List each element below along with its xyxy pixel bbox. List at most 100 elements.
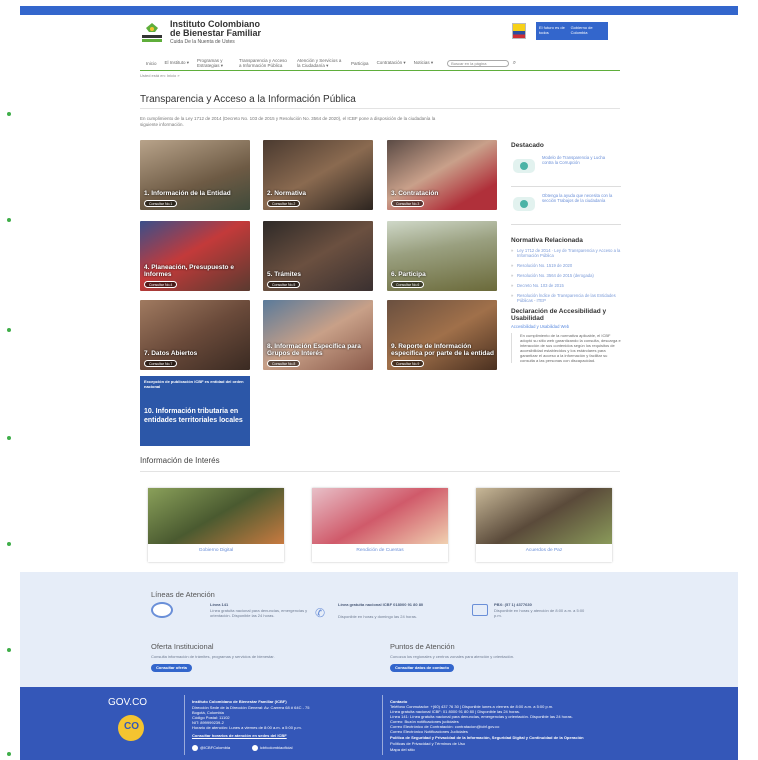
decl-subheading[interactable]: Accesibilidad y Usabilidad Web xyxy=(511,324,621,329)
card-title: 10. Información tributaria en entidades … xyxy=(144,408,243,424)
consultar-datos-button[interactable]: Consultar datos de contacto xyxy=(390,664,455,672)
page-title: Transparencia y Acceso a la Información … xyxy=(140,94,356,105)
facebook-icon[interactable] xyxy=(252,745,258,751)
card-tramites[interactable]: 5. Trámites Consultar No.5 xyxy=(263,221,373,291)
interes-label[interactable]: Acuerdos de Paz xyxy=(476,548,612,553)
nav-item[interactable]: El Instituto ▾ xyxy=(165,60,190,66)
inst-line: Horario de atención: Lunes a viernes de … xyxy=(192,725,302,730)
normativa-link[interactable]: Ley 1712 de 2014 · Ley de Transparencia … xyxy=(511,248,621,258)
icbf-logo[interactable] xyxy=(140,22,164,44)
promo-text[interactable]: Obtenga la ayuda que necesita con la sec… xyxy=(542,193,617,203)
search-input[interactable]: Buscar en la página ⌕ xyxy=(447,59,516,67)
contacto-link[interactable]: Mapa del sitio xyxy=(390,747,690,752)
card-button[interactable]: Consultar No.4 xyxy=(144,281,178,288)
social-twitter[interactable]: @ICBFColombia xyxy=(200,745,230,750)
interes-label[interactable]: Gobierno Digital xyxy=(148,548,284,553)
normativa-link[interactable]: Decreto No. 103 de 2015 xyxy=(511,283,621,288)
side-dot xyxy=(7,328,11,332)
card-reporte[interactable]: 9. Reporte de Información específica por… xyxy=(387,300,497,370)
card-normativa[interactable]: 2. Normativa Consultar No.2 xyxy=(263,140,373,210)
chat-icon xyxy=(513,197,535,211)
puntos-heading: Puntos de Atención xyxy=(390,642,455,651)
card-title: 9. Reporte de Información específica por… xyxy=(391,343,494,357)
gov-banner[interactable]: El futuro es de todos Gobierno de Colomb… xyxy=(536,22,608,40)
nav-item[interactable]: Inicio xyxy=(146,61,157,66)
nav-item[interactable]: Transparencia y Acceso a Información Púb… xyxy=(239,58,289,68)
card-info-entidad[interactable]: 1. Información de la Entidad Consultar N… xyxy=(140,140,250,210)
normativa-list: Ley 1712 de 2014 · Ley de Transparencia … xyxy=(511,248,621,303)
pbx-text: Disponible en horas y atención de 8:00 a… xyxy=(494,608,585,618)
card-button[interactable]: Consultar No.8 xyxy=(267,360,301,367)
card-participa[interactable]: 6. Participa Consultar No.6 xyxy=(387,221,497,291)
sidebar: Destacado Modelo de Transparencia y Luch… xyxy=(511,142,621,363)
nav-item[interactable]: Participa xyxy=(351,61,369,66)
card-datos-abiertos[interactable]: 7. Datos Abiertos Consultar No.7 xyxy=(140,300,250,370)
l141-text: Línea gratuita nacional para denuncias, … xyxy=(210,608,308,618)
top-accent-bar xyxy=(20,6,738,15)
card-subtitle: Excepción de publicación ICBF es entidad… xyxy=(144,379,244,389)
oferta-heading: Oferta Institucional xyxy=(151,642,214,651)
co-logo-text: CO xyxy=(124,721,139,732)
side-dot xyxy=(7,648,11,652)
nav-item[interactable]: Atención y Servicios a la Ciudadanía ▾ xyxy=(297,58,343,68)
inst-link[interactable]: Consultar horarios de atención en sedes … xyxy=(192,733,287,738)
card-grupos-interes[interactable]: 8. Información Específica para Grupos de… xyxy=(263,300,373,370)
promo-transparencia[interactable]: Modelo de Transparencia y Lucha contra l… xyxy=(511,149,621,187)
contacto-line[interactable]: Correo Electrónico Notificaciones Judici… xyxy=(390,729,690,734)
card-title: 2. Normativa xyxy=(267,190,307,197)
normativa-link[interactable]: Resolución No. 1519 de 2020 xyxy=(511,263,621,268)
lnac-title: Línea gratuita nacional ICBF 018000 91 8… xyxy=(338,602,424,607)
side-dot xyxy=(7,542,11,546)
normativa-link[interactable]: Resolución Índice de Transparencia de la… xyxy=(511,293,621,303)
contacto-link[interactable]: Política de Seguridad y Privacidad de la… xyxy=(390,735,690,740)
card-info-tributaria[interactable]: Excepción de publicación ICBF es entidad… xyxy=(140,376,250,446)
consultar-oferta-button[interactable]: Consultar oferta xyxy=(151,664,192,672)
puntos-text: Conozca los regionales y centros zonales… xyxy=(390,654,515,659)
interes-card-rendicion[interactable]: Rendición de Cuentas xyxy=(312,488,448,562)
card-contratacion[interactable]: 3. Contratación Consultar No.3 xyxy=(387,140,497,210)
nav-item[interactable]: Contratación ▾ xyxy=(377,60,406,66)
footer-divider xyxy=(184,695,185,755)
interes-card-acuerdos-paz[interactable]: Acuerdos de Paz xyxy=(476,488,612,562)
decl-body: En cumplimiento de la normativa aplicabl… xyxy=(511,333,621,363)
govco-logo[interactable]: GOV.CO xyxy=(108,697,147,708)
card-button[interactable]: Consultar No.5 xyxy=(267,281,301,288)
nav-item[interactable]: Noticias ▾ xyxy=(414,60,434,66)
interes-image xyxy=(312,488,448,544)
eye-icon xyxy=(513,159,535,173)
search-placeholder: Buscar en la página xyxy=(451,60,487,66)
breadcrumb[interactable]: Usted está en: Inicio » xyxy=(140,73,180,78)
card-button[interactable]: Consultar No.6 xyxy=(391,281,425,288)
promo-ayuda[interactable]: Obtenga la ayuda que necesita con la sec… xyxy=(511,187,621,225)
card-title: 8. Información Específica para Grupos de… xyxy=(267,343,361,357)
card-button[interactable]: Consultar No.3 xyxy=(391,200,425,207)
interes-card-gobierno-digital[interactable]: Gobierno Digital xyxy=(148,488,284,562)
card-button[interactable]: Consultar No.9 xyxy=(391,360,425,367)
card-title: 3. Contratación xyxy=(391,190,439,197)
phone-141-icon xyxy=(151,602,173,618)
card-button[interactable]: Consultar No.1 xyxy=(144,200,178,207)
card-title: 7. Datos Abiertos xyxy=(144,350,198,357)
card-button[interactable]: Consultar No.2 xyxy=(267,200,301,207)
search-icon[interactable]: ⌕ xyxy=(513,60,516,66)
nav-item[interactable]: Programas y Estrategias ▾ xyxy=(197,58,231,68)
pbx-icon xyxy=(472,604,488,616)
side-dot xyxy=(7,218,11,222)
gov-banner-left: El futuro es de todos xyxy=(539,25,565,35)
interes-label[interactable]: Rendición de Cuentas xyxy=(312,548,448,553)
side-dot xyxy=(7,436,11,440)
interes-heading: Información de Interés xyxy=(140,456,220,465)
brand-line2: de Bienestar Familiar xyxy=(170,28,262,38)
twitter-icon[interactable] xyxy=(192,745,198,751)
nav-divider xyxy=(140,70,620,71)
normativa-link[interactable]: Resolución No. 3564 de 2015 (derogada) xyxy=(511,273,621,278)
contacto-link[interactable]: Políticas de Privacidad y Términos de Us… xyxy=(390,741,690,746)
promo-text[interactable]: Modelo de Transparencia y Lucha contra l… xyxy=(542,155,617,165)
decl-heading: Declaración de Accesibilidad y Usabilida… xyxy=(511,308,607,322)
card-button[interactable]: Consultar No.7 xyxy=(144,360,178,367)
card-planeacion[interactable]: 4. Planeación, Presupuesto e Informes Co… xyxy=(140,221,250,291)
social-facebook[interactable]: icbfcolombiaoficial xyxy=(260,745,292,750)
brand-name[interactable]: Instituto Colombiano de Bienestar Famili… xyxy=(170,20,262,46)
footer-institucional: GOV.CO CO Instituto Colombiano de Bienes… xyxy=(20,687,738,760)
gov-banner-right: Gobierno de Colombia xyxy=(570,25,593,35)
